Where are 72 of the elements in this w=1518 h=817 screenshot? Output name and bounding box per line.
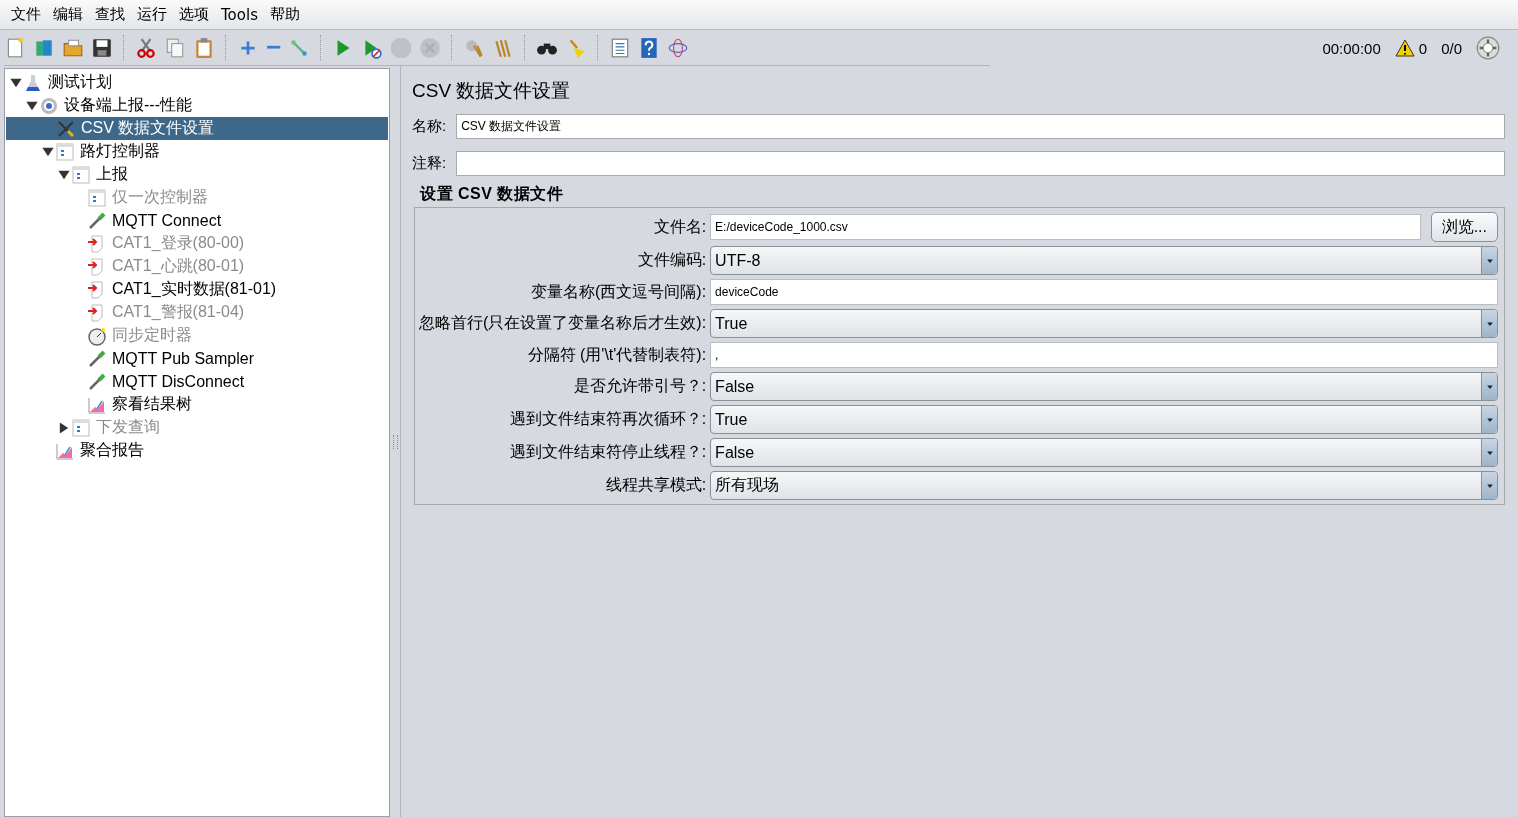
field-label: 线程共享模式:	[604, 475, 707, 495]
pipette-icon	[87, 348, 107, 369]
dropdown-arrow-icon	[1485, 319, 1494, 328]
dropdown-arrow-icon	[1485, 481, 1494, 490]
status-indicator-icon	[1476, 36, 1500, 60]
dropdown[interactable]: True	[710, 405, 1498, 434]
tools-icon	[56, 118, 76, 139]
window-icon	[71, 417, 91, 438]
window-icon	[71, 164, 91, 185]
comment-field[interactable]	[456, 151, 1505, 176]
dropdown-arrow-icon	[1485, 382, 1494, 391]
menu-item[interactable]: 帮助	[268, 5, 301, 24]
field-label: 是否允许带引号？:	[572, 376, 707, 396]
save-icon[interactable]	[91, 36, 113, 59]
window-icon	[55, 141, 75, 162]
dropdown-arrow-icon	[1485, 448, 1494, 457]
tree-item[interactable]: 测试计划	[5, 71, 389, 94]
field-label: 文件编码:	[636, 250, 707, 270]
tree-item[interactable]: MQTT Pub Sampler	[5, 347, 389, 370]
name-field[interactable]: CSV 数据文件设置	[456, 114, 1505, 139]
menu-item[interactable]: 运行	[136, 5, 168, 24]
text-field[interactable]: ,	[710, 342, 1498, 368]
text-field[interactable]: deviceCode	[710, 279, 1498, 305]
field-label: 文件名:	[652, 216, 707, 237]
field-label: 分隔符 (用'\t'代替制表符):	[526, 344, 707, 365]
panel-title: CSV 数据文件设置	[412, 79, 572, 103]
pipette-icon	[87, 210, 107, 231]
splitter-handle[interactable]	[392, 434, 398, 449]
browse-button[interactable]: 浏览...	[1430, 212, 1498, 242]
stopwatch-icon	[87, 325, 107, 346]
menu-item[interactable]: 文件	[10, 5, 42, 24]
menu-item[interactable]: 查找	[94, 5, 126, 24]
tree-item[interactable]: CAT1_实时数据(81-01)	[5, 278, 389, 301]
gear-icon	[39, 95, 59, 116]
field-label: 遇到文件结束符停止线程？:	[508, 442, 707, 462]
menu-item[interactable]: 选项	[178, 5, 210, 24]
field-label: 遇到文件结束符再次循环？:	[508, 409, 707, 429]
field-label: 忽略首行(只在设置了变量名称后才生效):	[419, 313, 707, 333]
field-label: 名称:	[412, 117, 447, 136]
tree-item[interactable]: 路灯控制器	[5, 140, 389, 163]
dropdown[interactable]: False	[710, 438, 1498, 467]
dropdown[interactable]: 所有现场	[710, 471, 1498, 500]
dropdown[interactable]: UTF-8	[710, 246, 1498, 275]
scissors-icon[interactable]	[135, 36, 157, 59]
clipboard-icon[interactable]	[193, 36, 215, 59]
elapsed-time: 00:00:00	[1322, 39, 1381, 57]
pipette-icon	[87, 371, 107, 392]
minus-icon[interactable]	[266, 45, 282, 50]
tree-item[interactable]: MQTT DisConnect	[5, 370, 389, 393]
tree-item[interactable]: CSV 数据文件设置	[6, 117, 388, 140]
warning-count: 0	[1418, 39, 1428, 57]
dropdown-arrow-icon	[1485, 415, 1494, 424]
field-label: 变量名称(西文逗号间隔):	[530, 281, 707, 302]
swirl-icon[interactable]	[667, 36, 690, 59]
copy-icon[interactable]	[164, 36, 186, 59]
dropdown-arrow-icon	[1485, 256, 1494, 265]
tree-item[interactable]: 上报	[5, 163, 389, 186]
field-label: 注释:	[412, 154, 447, 173]
dropdown[interactable]: False	[710, 372, 1498, 401]
tree-item[interactable]: 察看结果树	[5, 393, 389, 416]
window-icon	[87, 187, 107, 208]
thread-count: 0/0	[1441, 39, 1462, 57]
warning-icon	[1394, 38, 1415, 58]
menu-item[interactable]: 编辑	[52, 5, 84, 24]
tree-item[interactable]: 聚合报告	[5, 439, 389, 462]
flask-icon	[23, 72, 43, 93]
filename-field[interactable]: E:/deviceCode_1000.csv	[710, 214, 1421, 240]
dropdown[interactable]: True	[710, 309, 1498, 338]
tree-item[interactable]: MQTT Connect	[5, 209, 389, 232]
section-title: 设置 CSV 数据文件	[420, 184, 565, 204]
tree-item[interactable]: 设备端上报---性能	[5, 94, 389, 117]
menu-item[interactable]: Tools	[220, 5, 259, 24]
